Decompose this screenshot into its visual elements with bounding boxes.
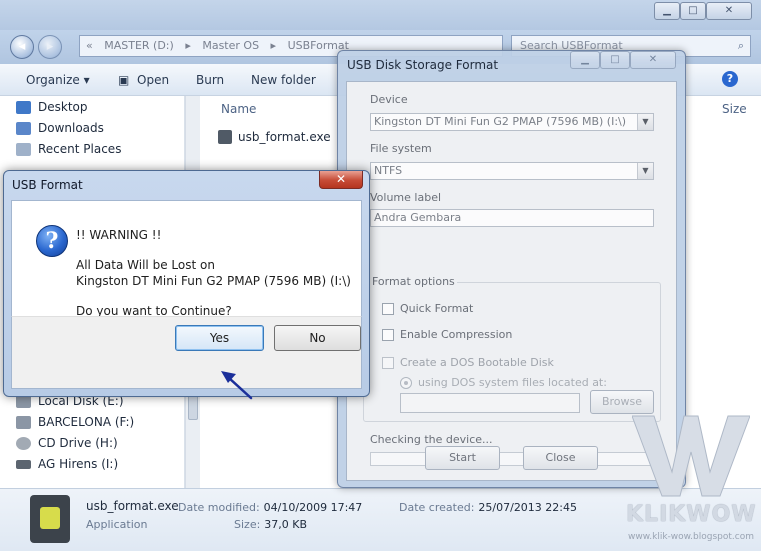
new-folder-button[interactable]: New folder bbox=[251, 73, 316, 87]
desktop-icon bbox=[16, 101, 31, 114]
file-system-label: File system bbox=[370, 142, 432, 155]
cd-drive-icon bbox=[16, 437, 31, 450]
warning-line-1: All Data Will be Lost on bbox=[76, 258, 215, 272]
column-header-size[interactable]: Size bbox=[722, 102, 747, 116]
sidebar-item-label: CD Drive (H:) bbox=[38, 436, 118, 450]
file-row[interactable]: usb_format.exe bbox=[218, 130, 331, 144]
file-name: usb_format.exe bbox=[238, 130, 331, 144]
volume-label-label: Volume label bbox=[370, 191, 442, 204]
volume-label-input[interactable]: Andra Gembara bbox=[370, 209, 654, 227]
sidebar-item-label: Desktop bbox=[38, 100, 88, 114]
watermark: KLIKWOW www.klik-wow.blogspot.com bbox=[626, 412, 756, 547]
sidebar-item-label: BARCELONA (F:) bbox=[38, 415, 135, 429]
explorer-titlebar: ▁ □ ✕ bbox=[0, 0, 761, 30]
question-icon: ? bbox=[36, 225, 68, 257]
open-icon: ▣ bbox=[118, 73, 130, 87]
sidebar-item-ag-hirens-i[interactable]: AG Hirens (I:) bbox=[16, 457, 119, 471]
dos-bootable-checkbox[interactable] bbox=[382, 357, 394, 369]
details-date-created: Date created: 25/07/2013 22:45 bbox=[399, 501, 578, 514]
warning-line-2: Kingston DT Mini Fun G2 PMAP (7596 MB) (… bbox=[76, 274, 351, 288]
no-button[interactable]: No bbox=[274, 325, 361, 351]
usb-format-app-icon bbox=[30, 495, 70, 543]
close-icon[interactable]: ✕ bbox=[319, 171, 363, 189]
volume-label-value: Andra Gembara bbox=[374, 211, 462, 224]
sidebar-item-cd-drive-h[interactable]: CD Drive (H:) bbox=[16, 436, 118, 450]
breadcrumb-folder[interactable]: Master OS bbox=[202, 39, 259, 52]
details-date-modified: Date modified: 04/10/2009 17:47 bbox=[178, 501, 363, 514]
open-button[interactable]: Open bbox=[137, 73, 169, 87]
breadcrumb-overflow[interactable]: « bbox=[86, 39, 93, 52]
downloads-icon bbox=[16, 122, 31, 135]
usb-format-dialog: USB Format ✕ ? !! WARNING !! All Data Wi… bbox=[3, 170, 370, 397]
sidebar-item-desktop[interactable]: Desktop bbox=[16, 100, 88, 114]
maximize-icon[interactable]: □ bbox=[680, 2, 706, 20]
search-icon: ⌕ bbox=[737, 39, 744, 52]
details-size: Size: 37,0 KB bbox=[234, 518, 308, 531]
breadcrumb-sep: ▸ bbox=[270, 39, 277, 52]
format-options-group: Format options Quick Format Enable Compr… bbox=[363, 275, 661, 422]
recent-places-icon bbox=[16, 143, 31, 156]
sidebar-item-label: Downloads bbox=[38, 121, 104, 135]
exe-icon bbox=[218, 130, 232, 144]
status-text: Checking the device... bbox=[370, 433, 493, 446]
device-select[interactable]: Kingston DT Mini Fun G2 PMAP (7596 MB) (… bbox=[370, 113, 654, 131]
details-file-type: Application bbox=[86, 518, 148, 531]
sidebar-item-recent-places[interactable]: Recent Places bbox=[16, 142, 122, 156]
maximize-icon[interactable]: □ bbox=[600, 51, 630, 69]
column-header-name[interactable]: Name bbox=[221, 102, 256, 116]
close-icon[interactable]: ✕ bbox=[630, 51, 676, 69]
start-button[interactable]: Start bbox=[425, 446, 500, 470]
dos-files-label: using DOS system files located at: bbox=[418, 376, 607, 389]
file-system-select[interactable]: NTFS ▼ bbox=[370, 162, 654, 180]
warning-heading: !! WARNING !! bbox=[76, 228, 162, 242]
back-arrow-icon[interactable]: ◂ bbox=[10, 35, 34, 59]
dos-bootable-label: Create a DOS Bootable Disk bbox=[400, 356, 554, 369]
device-label: Device bbox=[370, 93, 408, 106]
dialog-content: ? !! WARNING !! All Data Will be Lost on… bbox=[11, 200, 362, 318]
breadcrumb-drive[interactable]: MASTER (D:) bbox=[104, 39, 174, 52]
burn-button[interactable]: Burn bbox=[196, 73, 224, 87]
watermark-url: www.klik-wow.blogspot.com bbox=[627, 532, 754, 542]
close-button[interactable]: Close bbox=[523, 446, 598, 470]
watermark-brand: KLIKWOW bbox=[626, 502, 757, 527]
progress-bar bbox=[370, 452, 655, 466]
quick-format-label: Quick Format bbox=[400, 302, 474, 315]
file-system-value: NTFS bbox=[374, 164, 403, 177]
quick-format-checkbox[interactable] bbox=[382, 303, 394, 315]
yes-button[interactable]: Yes bbox=[175, 325, 264, 351]
help-icon[interactable]: ? bbox=[722, 71, 738, 87]
sidebar-item-label: AG Hirens (I:) bbox=[38, 457, 119, 471]
device-value: Kingston DT Mini Fun G2 PMAP (7596 MB) (… bbox=[374, 115, 627, 128]
usb-window-title: USB Disk Storage Format bbox=[347, 58, 499, 72]
sidebar-item-label: Recent Places bbox=[38, 142, 122, 156]
dialog-title: USB Format bbox=[12, 178, 83, 192]
klikwow-logo-icon bbox=[632, 415, 750, 497]
details-file-name: usb_format.exe bbox=[86, 499, 179, 513]
enable-compression-checkbox[interactable] bbox=[382, 329, 394, 341]
enable-compression-label: Enable Compression bbox=[400, 328, 513, 341]
usb-drive-icon bbox=[16, 460, 31, 469]
forward-arrow-icon[interactable]: ▸ bbox=[38, 35, 62, 59]
dos-files-path-input[interactable] bbox=[400, 393, 580, 413]
browse-button[interactable]: Browse bbox=[590, 390, 654, 414]
chevron-down-icon: ▼ bbox=[637, 114, 653, 130]
sidebar-item-barcelona-f[interactable]: BARCELONA (F:) bbox=[16, 415, 135, 429]
format-options-legend: Format options bbox=[370, 275, 457, 288]
minimize-icon[interactable]: ▁ bbox=[654, 2, 680, 20]
drive-icon bbox=[16, 416, 31, 429]
organize-button[interactable]: Organize ▾ bbox=[26, 73, 90, 87]
breadcrumb-sep: ▸ bbox=[185, 39, 191, 52]
minimize-icon[interactable]: ▁ bbox=[570, 51, 600, 69]
dialog-footer: Yes No bbox=[11, 316, 362, 389]
sidebar-item-downloads[interactable]: Downloads bbox=[16, 121, 104, 135]
chevron-down-icon: ▼ bbox=[637, 163, 653, 179]
dos-files-radio[interactable] bbox=[400, 377, 412, 389]
close-icon[interactable]: ✕ bbox=[706, 2, 752, 20]
